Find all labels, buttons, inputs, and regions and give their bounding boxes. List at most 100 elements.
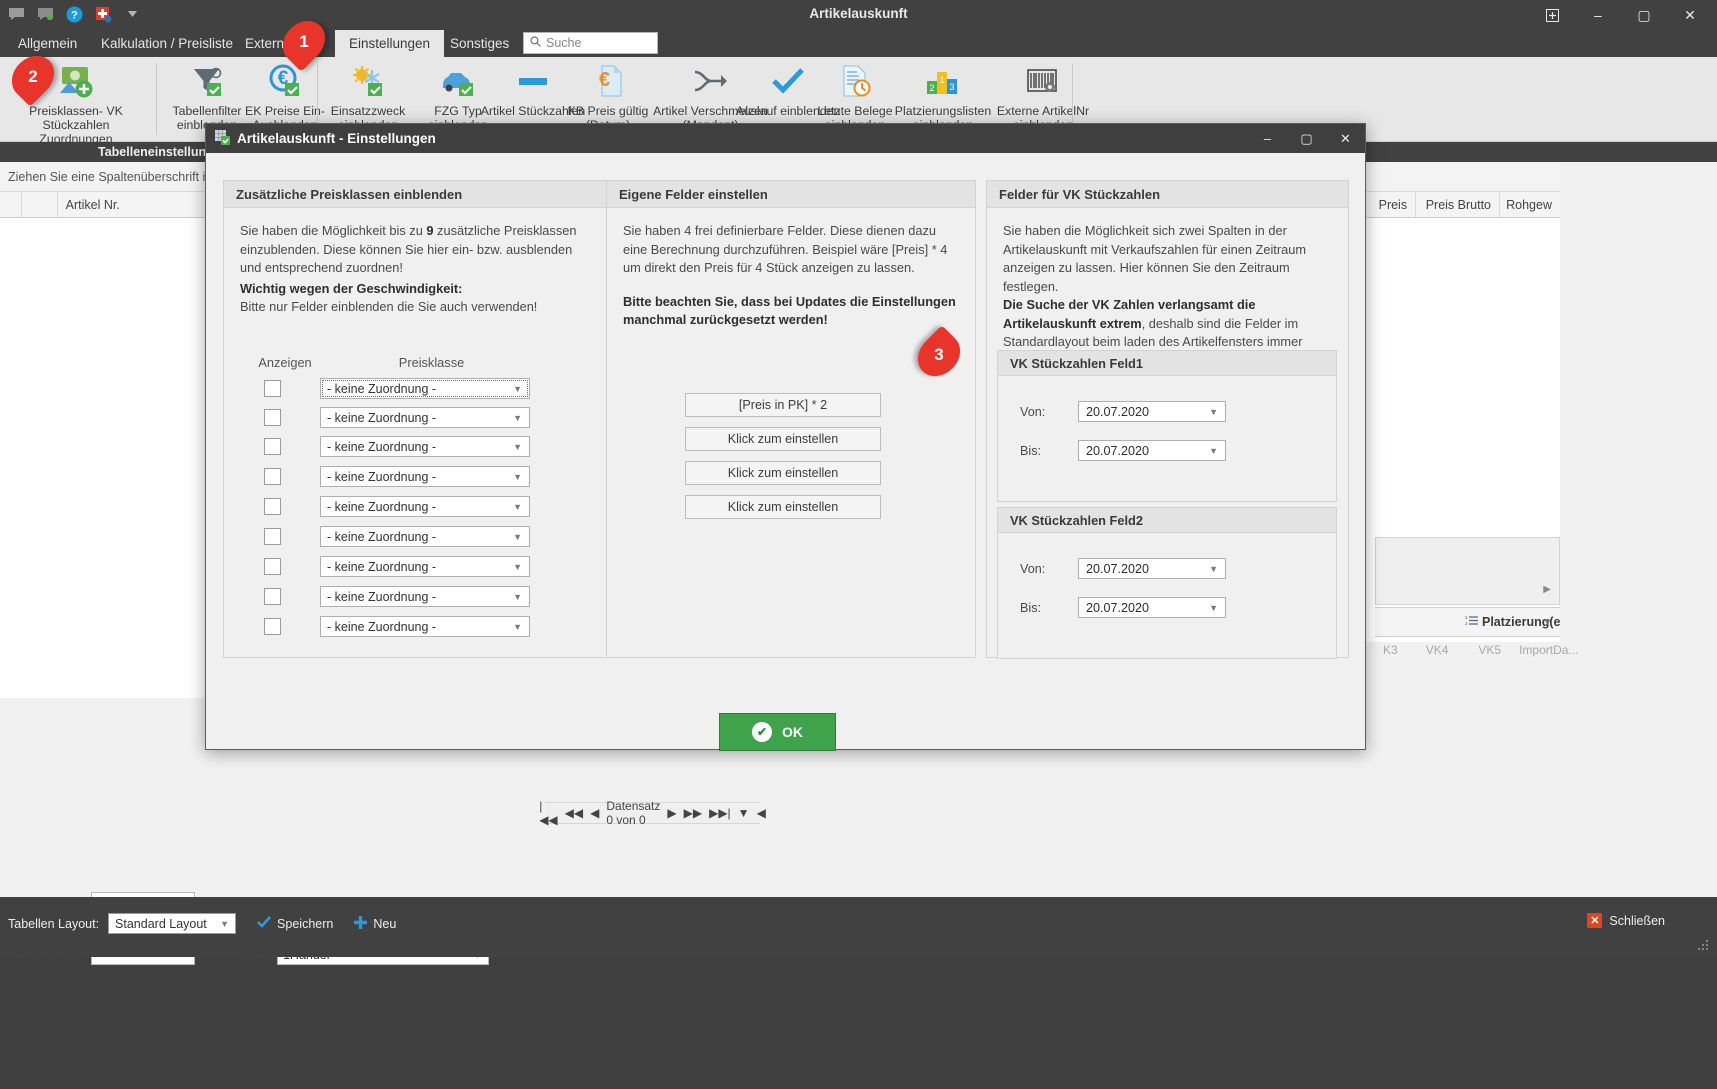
preisklasse-select[interactable]: - keine Zuordnung - ▼ [320, 436, 530, 457]
ok-button[interactable]: ✔ OK [719, 713, 836, 751]
prev-record-icon[interactable]: ◀ [590, 806, 599, 820]
tab-allgemein[interactable]: Allgemein [4, 30, 91, 57]
chevron-down-icon: ▼ [1209, 563, 1218, 574]
preisklasse-row: - keine Zuordnung - ▼ [264, 496, 530, 517]
first-record-icon[interactable]: |◀◀ [539, 799, 557, 827]
preisklasse-value: - keine Zuordnung - [327, 589, 437, 604]
svg-text:1: 1 [939, 75, 944, 85]
preisklasse-row: - keine Zuordnung - ▼ [264, 586, 530, 607]
tabellen-layout-label: Tabellen Layout: [8, 916, 100, 931]
grid-column-header[interactable] [22, 191, 58, 218]
anzeigen-checkbox[interactable] [264, 438, 281, 455]
vk-feld1-von-date[interactable]: 20.07.2020 ▼ [1078, 401, 1226, 422]
anzeigen-checkbox[interactable] [264, 409, 281, 426]
tab-sonstiges[interactable]: Sonstiges [436, 30, 523, 57]
vk-feld1-bis-row: Bis: 20.07.2020 ▼ [1020, 440, 1226, 461]
resize-grip[interactable] [1697, 939, 1709, 951]
eigenes-feld-button-2[interactable]: Klick zum einstellen [685, 427, 881, 451]
ribbon-item-einsatzzweck[interactable]: Einsatzzweck einblenden [318, 61, 418, 132]
search-input[interactable]: Suche [523, 32, 658, 54]
anzeigen-checkbox[interactable] [264, 618, 281, 635]
panel-left-header: Zusätzliche Preisklassen einblenden [224, 181, 607, 208]
anzeigen-checkbox[interactable] [264, 588, 281, 605]
vk-feld1-bis-date[interactable]: 20.07.2020 ▼ [1078, 440, 1226, 461]
right-subgrid-header: Lief. Best. 12 Platzierung(e ▼ [1375, 607, 1561, 637]
preisklasse-select[interactable]: - keine Zuordnung - ▼ [320, 616, 530, 637]
chevron-down-icon[interactable]: ▼ [1543, 617, 1552, 627]
grid-column-header[interactable]: Preis Brutto [1416, 191, 1500, 218]
chevron-down-icon: ▼ [1209, 406, 1218, 417]
neu-button[interactable]: Neu [354, 915, 397, 932]
vk-feld2-bis-date[interactable]: 20.07.2020 ▼ [1078, 597, 1226, 618]
dialog-close-button[interactable]: ✕ [1326, 124, 1365, 153]
right-scroll-pane[interactable]: ▶ [1375, 537, 1560, 605]
panel-right-paragraph-1: Sie haben die Möglichkeit sich zwei Spal… [1003, 223, 1307, 294]
chevron-down-icon: ▼ [513, 531, 522, 542]
vk-feld2-von-date[interactable]: 20.07.2020 ▼ [1078, 558, 1226, 579]
dialog-minimize-button[interactable]: – [1248, 124, 1287, 153]
lower-record-navigator[interactable]: |◀◀ ◀◀ ◀ Datensatz 0 von 0 ▶ ▶▶ ▶▶| ▼ ◀ [539, 799, 766, 827]
minimize-button[interactable]: – [1575, 0, 1621, 30]
preisklasse-select[interactable]: - keine Zuordnung - ▼ [320, 378, 530, 399]
vk-feld1-header: VK Stückzahlen Feld1 [998, 351, 1336, 376]
preisklasse-value: - keine Zuordnung - [327, 619, 437, 634]
speichern-button[interactable]: Speichern [257, 916, 333, 931]
preisklasse-select[interactable]: - keine Zuordnung - ▼ [320, 526, 530, 547]
grid-column-header[interactable]: Rohgew [1500, 192, 1560, 218]
scroll-right-icon[interactable]: ▶ [1543, 584, 1551, 595]
dialog-maximize-button[interactable]: ▢ [1287, 124, 1326, 153]
collapse-icon[interactable]: ◀ [757, 806, 766, 820]
last-record-icon[interactable]: ▶▶| [709, 806, 731, 820]
preisklasse-select[interactable]: - keine Zuordnung - ▼ [320, 496, 530, 517]
preisklasse-row: - keine Zuordnung - ▼ [264, 616, 530, 637]
grid-column-header[interactable] [0, 191, 22, 218]
panel-left-count: 9 [426, 223, 434, 238]
anzeigen-checkbox[interactable] [264, 528, 281, 545]
panel-right-text: Sie haben die Möglichkeit sich zwei Spal… [987, 208, 1348, 370]
eigenes-feld-button-1[interactable]: [Preis in PK] * 2 [685, 393, 881, 417]
svg-text:2: 2 [1465, 621, 1468, 626]
subheader-vk5[interactable]: VK5 [1478, 643, 1501, 657]
neu-label: Neu [373, 916, 397, 931]
preisklasse-select[interactable]: - keine Zuordnung - ▼ [320, 466, 530, 487]
close-button[interactable]: ✕ [1667, 0, 1713, 30]
euro-doc-icon: € [590, 61, 626, 101]
subheader-vk4[interactable]: VK4 [1426, 643, 1449, 657]
window-controls: – ▢ ✕ [1529, 0, 1713, 30]
preisklasse-select[interactable]: - keine Zuordnung - ▼ [320, 586, 530, 607]
check-icon [257, 916, 272, 931]
anzeigen-checkbox[interactable] [264, 498, 281, 515]
dialog-title-bar[interactable]: Artikelauskunft - Einstellungen – ▢ ✕ [206, 124, 1365, 153]
eigenes-feld-button-3[interactable]: Klick zum einstellen [685, 461, 881, 485]
subheader-vk3[interactable]: K3 [1383, 643, 1398, 657]
preisklasse-select[interactable]: - keine Zuordnung - ▼ [320, 407, 530, 428]
preisklasse-value: - keine Zuordnung - [327, 410, 437, 425]
panel-right-header: Felder für VK Stückzahlen [987, 181, 1348, 208]
schliessen-button[interactable]: ✕ Schließen [1587, 913, 1665, 928]
vk-feld1-von-row: Von: 20.07.2020 ▼ [1020, 401, 1226, 422]
anzeigen-checkbox[interactable] [264, 380, 281, 397]
layout-controls: Tabellen Layout: Standard Layout ▼ Speic… [8, 913, 396, 934]
tab-kalkulation-preisliste[interactable]: Kalkulation / Preisliste [87, 30, 247, 57]
chevron-down-icon: ▼ [220, 918, 230, 929]
ribbon-tab-bar: Allgemein Kalkulation / Preisliste Exter… [0, 30, 1717, 57]
prev-page-icon[interactable]: ◀◀ [565, 806, 583, 820]
tab-einstellungen[interactable]: Einstellungen [335, 30, 445, 57]
panel-middle-paragraph-1: Sie haben 4 frei definierbare Felder. Di… [623, 223, 948, 275]
eigenes-feld-button-4[interactable]: Klick zum einstellen [685, 495, 881, 519]
next-page-icon[interactable]: ▶▶ [684, 806, 702, 820]
ribbon-item-externe-artikelnr[interactable]: Externe ArtikelNr einblenden [983, 61, 1103, 132]
tabellen-layout-select[interactable]: Standard Layout ▼ [108, 913, 237, 934]
restore-down-icon[interactable] [1529, 0, 1575, 30]
vk-feld2-bis-row: Bis: 20.07.2020 ▼ [1020, 597, 1226, 618]
filter-icon[interactable]: ▼ [738, 806, 750, 820]
maximize-button[interactable]: ▢ [1621, 0, 1667, 30]
anzeigen-checkbox[interactable] [264, 558, 281, 575]
preisklasse-value: - keine Zuordnung - [327, 529, 437, 544]
anzeigen-checkbox[interactable] [264, 468, 281, 485]
preisklassen-column-headers: Anzeigen Preisklasse [246, 355, 586, 370]
ok-label: OK [782, 724, 803, 740]
preisklasse-select[interactable]: - keine Zuordnung - ▼ [320, 556, 530, 577]
vk-feld1-bis-value: 20.07.2020 [1086, 443, 1150, 458]
next-record-icon[interactable]: ▶ [667, 806, 676, 820]
